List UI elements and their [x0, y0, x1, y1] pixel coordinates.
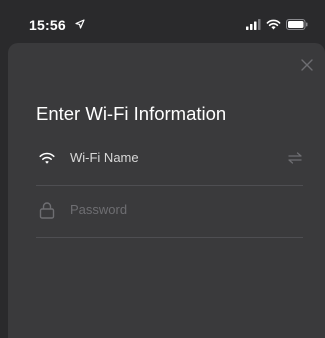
battery-icon: [286, 18, 308, 30]
lock-icon: [39, 202, 55, 219]
sheet-title: Enter Wi-Fi Information: [36, 103, 227, 124]
status-time: 15:56: [29, 17, 66, 33]
wifi-name-row[interactable]: Wi-Fi Name: [36, 134, 303, 186]
wifi-icon: [39, 152, 55, 164]
close-icon[interactable]: [300, 58, 314, 72]
wifi-name-label: Wi-Fi Name: [70, 150, 139, 165]
location-arrow-icon: [75, 19, 85, 29]
status-bar: 15:56: [0, 0, 325, 46]
password-input[interactable]: [70, 202, 270, 217]
swap-arrows-icon[interactable]: [287, 151, 303, 165]
status-icons: [246, 18, 308, 30]
wifi-info-sheet: Enter Wi-Fi Information Wi-Fi Name: [8, 43, 325, 338]
password-row[interactable]: [36, 186, 303, 238]
cellular-signal-icon: [246, 18, 261, 30]
wifi-icon: [266, 19, 281, 29]
password-row-divider: [36, 237, 303, 238]
